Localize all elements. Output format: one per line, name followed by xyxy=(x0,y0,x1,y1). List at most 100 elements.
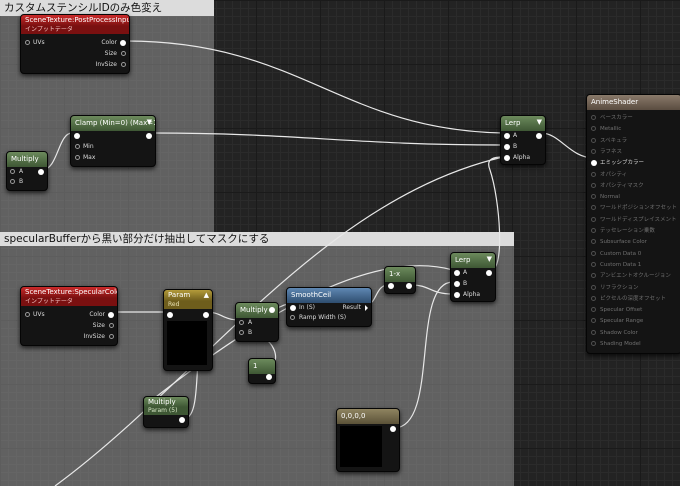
node-multiply-top[interactable]: Multiply A B xyxy=(6,151,48,191)
pin-color-output[interactable] xyxy=(390,426,396,432)
node-clamp[interactable]: Clamp (Min=0) (Max=1) ▼ Min Max xyxy=(70,115,156,167)
node-multiply-param[interactable]: Multiply Param (5) xyxy=(143,396,189,428)
pin-input[interactable] xyxy=(591,137,596,143)
pin-multiply-param-output[interactable] xyxy=(179,417,185,423)
node-title: Multiply xyxy=(144,397,188,407)
node-title: SceneTexture:SpecularColor xyxy=(21,287,117,298)
pin-param-output[interactable] xyxy=(203,312,209,318)
node-scene-texture-specular[interactable]: SceneTexture:SpecularColor インプットデータ UVs … xyxy=(20,286,118,346)
pin-input[interactable] xyxy=(591,126,596,132)
shader-pin-row[interactable]: Metallic xyxy=(591,125,679,134)
pin-lerp-output[interactable] xyxy=(536,133,542,139)
pin-input[interactable] xyxy=(591,148,596,154)
node-lerp-top[interactable]: Lerp ▼ A B Alpha xyxy=(500,115,546,165)
pin-in-input[interactable] xyxy=(290,305,296,311)
node-one-minus[interactable]: 1-x xyxy=(384,266,416,294)
chevron-down-icon[interactable]: ▼ xyxy=(487,255,492,263)
shader-pin-row[interactable]: Shadow Color xyxy=(591,329,679,338)
pin-input[interactable] xyxy=(591,341,596,346)
node-param-red[interactable]: Param ▲ Red xyxy=(163,289,213,371)
pin-alpha-input[interactable] xyxy=(504,155,510,161)
shader-pin-row[interactable]: ベースカラー xyxy=(591,114,679,123)
pin-input[interactable] xyxy=(591,171,596,177)
pin-input[interactable] xyxy=(591,284,596,290)
pin-input[interactable] xyxy=(591,194,596,200)
pin-input[interactable] xyxy=(591,307,596,313)
shader-pin-row[interactable]: テッセレーション乗数 xyxy=(591,227,679,236)
pin-lerp-output[interactable] xyxy=(486,270,492,276)
chevron-down-icon[interactable]: ▲ xyxy=(204,291,209,299)
pin-b-input[interactable] xyxy=(10,179,15,184)
shader-pin-row[interactable]: ラフネス xyxy=(591,148,679,157)
pin-invsize-output[interactable] xyxy=(121,62,126,67)
pin-invsize-output[interactable] xyxy=(109,334,114,339)
pin-result-output[interactable] xyxy=(365,305,368,311)
node-constant-color[interactable]: 0,0,0,0 xyxy=(336,408,400,472)
node-constant-one[interactable]: 1 xyxy=(248,358,276,384)
shader-pin-row[interactable]: Specular Offset xyxy=(591,306,679,315)
shader-pin-row[interactable]: リフラクション xyxy=(591,284,679,293)
shader-pin-row[interactable]: ワールドポジションオフセット xyxy=(591,204,679,213)
shader-pin-row[interactable]: アンビエントオクルージョン xyxy=(591,272,679,281)
pin-a-input[interactable] xyxy=(239,320,244,325)
shader-pin-row[interactable]: Shading Model xyxy=(591,340,679,349)
pin-uvs-input[interactable] xyxy=(25,312,30,317)
pin-one-minus-input[interactable] xyxy=(388,283,394,289)
pin-multiply-output[interactable] xyxy=(269,307,275,313)
shader-pin-row[interactable]: Normal xyxy=(591,193,679,202)
pin-one-minus-output[interactable] xyxy=(406,283,412,289)
pin-a-input[interactable] xyxy=(504,133,510,139)
node-smoothceil[interactable]: SmoothCeil In (S) Ramp Width (S) Result xyxy=(286,287,372,327)
shader-pin-row[interactable]: スペキュラ xyxy=(591,137,679,146)
pin-input[interactable] xyxy=(591,115,596,120)
shader-pin-row[interactable]: Specular Range xyxy=(591,317,679,326)
material-graph-canvas[interactable]: カスタムステンシルIDのみ色変え specularBufferから黒い部分だけ抽… xyxy=(0,0,680,486)
shader-pin-row[interactable]: ワールドディスプレイスメント xyxy=(591,216,679,225)
pin-input[interactable] xyxy=(591,273,596,279)
node-scene-texture-postprocess[interactable]: SceneTexture:PostProcessInput0 インプットデータ … xyxy=(20,14,130,74)
pin-min-input[interactable] xyxy=(75,144,80,149)
node-multiply-mid[interactable]: Multiply A B xyxy=(235,302,279,342)
pin-clamp-output[interactable] xyxy=(146,133,152,139)
pin-param-input[interactable] xyxy=(167,312,173,318)
pin-multiply-output[interactable] xyxy=(38,169,44,175)
shader-pin-row[interactable]: Subsurface Color xyxy=(591,238,679,247)
pin-input[interactable] xyxy=(591,205,596,211)
pin-b-input[interactable] xyxy=(239,330,244,335)
shader-pin-row[interactable]: エミッシブカラー xyxy=(591,159,679,168)
pin-input[interactable] xyxy=(591,318,596,324)
pin-max-input[interactable] xyxy=(75,155,80,160)
chevron-down-icon[interactable]: ▼ xyxy=(147,118,152,126)
pin-ramp-input[interactable] xyxy=(290,315,295,320)
pin-input[interactable] xyxy=(591,239,596,245)
pin-input[interactable] xyxy=(591,329,596,335)
pin-emissive-input[interactable] xyxy=(591,160,597,167)
pin-b-input[interactable] xyxy=(454,281,460,287)
node-anime-shader-output[interactable]: AnimeShader ベースカラー Metallic スペキュラ ラフネス エミッシブ… xyxy=(586,94,680,354)
pin-color-output[interactable] xyxy=(120,40,126,46)
pin-input[interactable] xyxy=(591,182,596,188)
pin-input[interactable] xyxy=(591,228,596,233)
pin-input[interactable] xyxy=(591,295,596,301)
pin-alpha-input[interactable] xyxy=(454,292,460,298)
pin-size-output[interactable] xyxy=(109,323,114,328)
shader-pin-row[interactable]: オパシティ xyxy=(591,171,679,180)
pin-constant-output[interactable] xyxy=(266,374,272,380)
pin-b-input[interactable] xyxy=(504,144,510,150)
pin-input[interactable] xyxy=(591,216,596,222)
pin-clamp-input[interactable] xyxy=(74,133,80,139)
node-lerp-bottom[interactable]: Lerp ▼ A B Alpha xyxy=(450,252,496,302)
chevron-down-icon[interactable]: ▼ xyxy=(537,118,542,126)
pin-a-input[interactable] xyxy=(454,270,460,276)
pin-a-input[interactable] xyxy=(10,169,15,174)
pin-size-output[interactable] xyxy=(121,51,126,56)
shader-pin-label: テッセレーション乗数 xyxy=(600,228,655,234)
shader-pin-row[interactable]: Custom Data 1 xyxy=(591,261,679,270)
pin-input[interactable] xyxy=(591,261,596,267)
pin-color-output[interactable] xyxy=(108,312,114,318)
shader-pin-row[interactable]: オパシティマスク xyxy=(591,182,679,191)
shader-pin-row[interactable]: ピクセルの深度オフセット xyxy=(591,295,679,304)
shader-pin-row[interactable]: Custom Data 0 xyxy=(591,250,679,259)
pin-input[interactable] xyxy=(591,250,596,256)
pin-uvs-input[interactable] xyxy=(25,40,30,45)
